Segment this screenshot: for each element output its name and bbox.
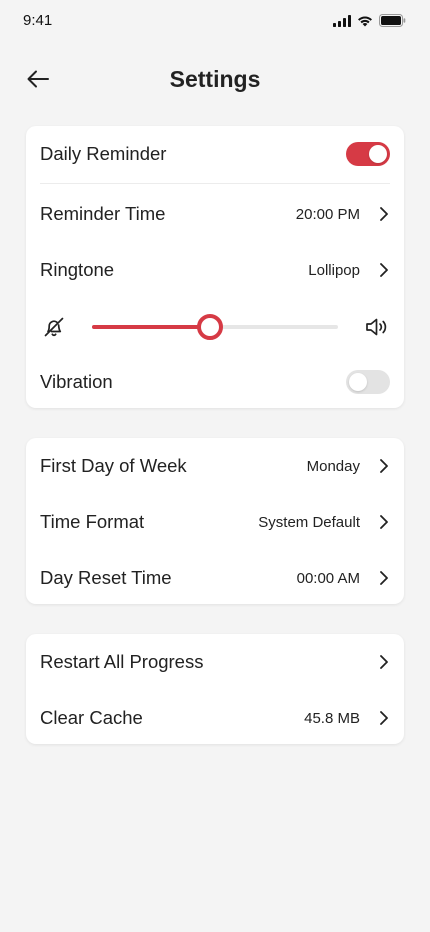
reminder-time-value: 20:00 PM [295,205,360,223]
chevron-right-icon [378,513,390,531]
speaker-loud-icon[interactable] [364,315,390,344]
day-reset-label: Day Reset Time [40,567,172,588]
chevron-right-icon [378,457,390,475]
time-format-row[interactable]: Time Format System Default [40,502,390,542]
bell-off-icon[interactable] [42,315,66,344]
battery-icon [379,14,406,32]
reminder-time-label: Reminder Time [40,203,166,224]
status-icons [333,14,406,32]
restart-progress-label: Restart All Progress [40,651,204,672]
time-format-value: System Default [258,513,360,531]
reminder-time-row[interactable]: Reminder Time 20:00 PM [40,194,390,234]
clear-cache-value: 45.8 MB [304,709,360,727]
day-reset-row[interactable]: Day Reset Time 00:00 AM [40,558,390,598]
status-bar: 9:41 [0,0,430,44]
first-day-label: First Day of Week [40,455,187,476]
ringtone-value: Lollipop [308,261,360,279]
data-settings-card: Restart All Progress Clear Cache 45.8 MB [26,634,404,744]
cellular-signal-icon [333,14,351,32]
page-title: Settings [169,66,261,92]
day-reset-value: 00:00 AM [296,569,360,587]
vibration-label: Vibration [40,371,113,392]
volume-slider-fill [92,325,211,329]
chevron-right-icon [378,569,390,587]
clear-cache-row[interactable]: Clear Cache 45.8 MB [40,698,390,738]
header: Settings [0,56,430,106]
vibration-row: Vibration [40,362,390,402]
calendar-settings-card: First Day of Week Monday Time Format Sys… [26,438,404,604]
wifi-icon [357,14,373,32]
time-format-label: Time Format [40,511,145,532]
first-day-value: Monday [306,457,360,475]
restart-progress-row[interactable]: Restart All Progress [40,642,390,682]
ringtone-row[interactable]: Ringtone Lollipop [40,250,390,290]
first-day-row[interactable]: First Day of Week Monday [40,446,390,486]
daily-reminder-toggle[interactable] [346,142,390,166]
toggle-knob [349,373,367,391]
reminder-settings-card: Daily Reminder Reminder Time 20:00 PM Ri… [26,126,404,408]
ringtone-label: Ringtone [40,259,115,280]
daily-reminder-row: Daily Reminder [40,134,390,174]
toggle-knob [369,145,387,163]
divider [40,183,390,184]
volume-slider[interactable] [92,314,338,340]
volume-slider-thumb[interactable] [197,314,224,340]
status-time: 9:41 [23,12,53,29]
chevron-right-icon [378,653,390,671]
volume-slider-row [40,312,390,342]
daily-reminder-label: Daily Reminder [40,143,167,164]
vibration-toggle[interactable] [346,370,390,394]
chevron-right-icon [378,709,390,727]
clear-cache-label: Clear Cache [40,707,143,728]
chevron-right-icon [378,261,390,279]
chevron-right-icon [378,205,390,223]
